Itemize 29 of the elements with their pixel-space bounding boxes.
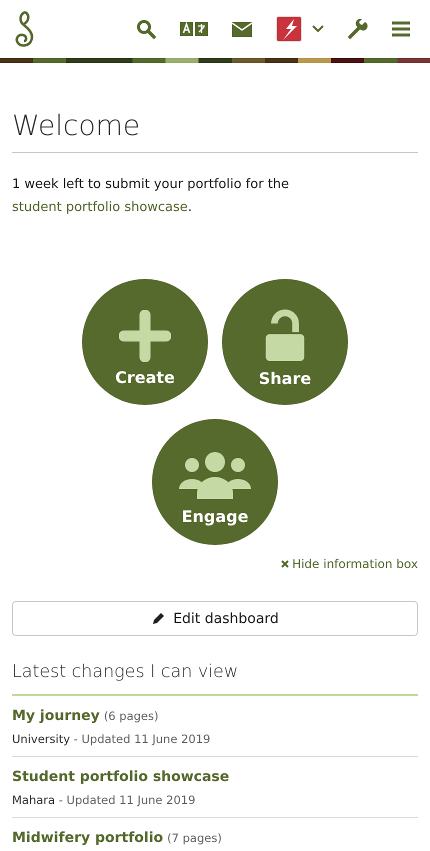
- language-icon[interactable]: [180, 21, 208, 37]
- portfolio-link[interactable]: My journey: [12, 708, 100, 724]
- engage-button[interactable]: Engage: [152, 419, 278, 545]
- search-icon[interactable]: [136, 19, 156, 39]
- updated-date: - Updated 11 June 2019: [72, 732, 210, 746]
- close-icon: [281, 560, 290, 568]
- section-heading: Latest changes I can view: [12, 662, 418, 696]
- edit-dashboard-button[interactable]: Edit dashboard: [12, 601, 418, 636]
- updated-date: - Updated 11 June 2019: [58, 793, 196, 807]
- page-count: (7 pages): [167, 831, 222, 845]
- owner-name: Mahara: [12, 793, 56, 807]
- envelope-icon[interactable]: [232, 22, 252, 36]
- menu-icon[interactable]: [392, 21, 410, 37]
- group-icon: [177, 451, 253, 501]
- profile-picture-icon[interactable]: [276, 16, 302, 42]
- plus-icon: [119, 310, 171, 362]
- wrench-icon[interactable]: [348, 19, 368, 39]
- page-title: Welcome: [12, 109, 418, 153]
- portfolio-link[interactable]: Midwifery portfolio: [12, 830, 164, 846]
- pencil-icon: [151, 612, 166, 626]
- owner-name: University: [12, 732, 70, 746]
- page-count: (6 pages): [104, 709, 158, 723]
- chevron-down-icon[interactable]: [312, 25, 324, 33]
- create-button[interactable]: Create: [82, 279, 208, 405]
- showcase-link[interactable]: student portfolio showcase: [12, 200, 188, 215]
- notice-text: 1 week left to submit your portfolio for the student portfolio showcase.: [12, 176, 290, 217]
- hide-info-link[interactable]: Hide information box: [281, 557, 418, 571]
- share-button[interactable]: Share: [222, 279, 348, 405]
- portfolio-link[interactable]: Student portfolio showcase: [12, 769, 230, 785]
